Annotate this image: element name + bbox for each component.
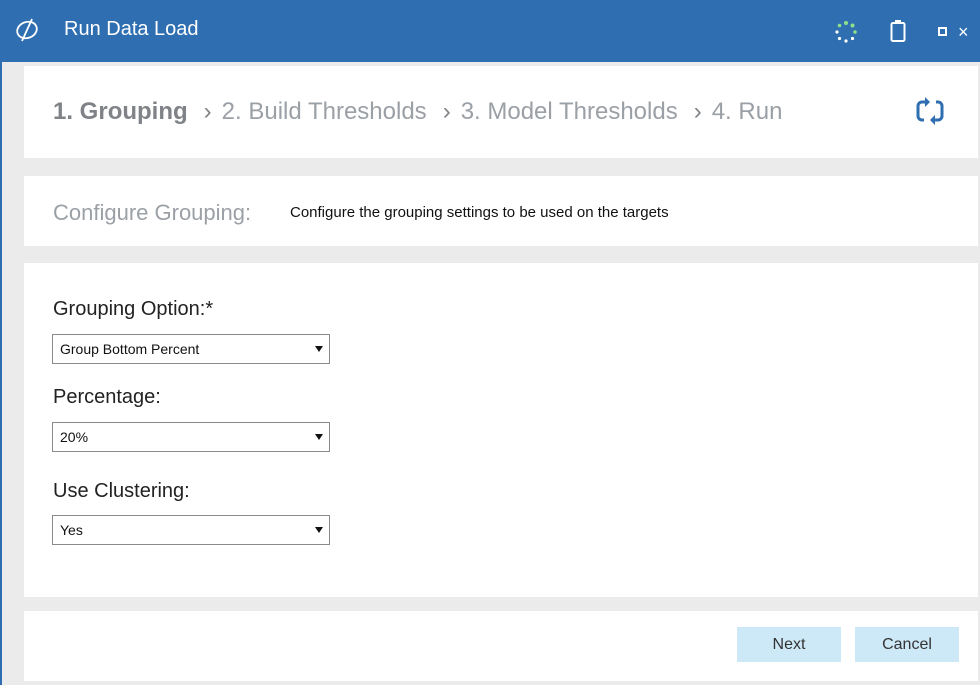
use-clustering-label: Use Clustering: xyxy=(53,480,190,502)
percentage-select[interactable]: 20% xyxy=(52,422,330,452)
dropdown-arrow-icon xyxy=(315,527,323,533)
step-grouping[interactable]: 1. Grouping xyxy=(53,98,188,125)
app-logo-icon xyxy=(16,18,38,42)
step-model-thresholds[interactable]: 3. Model Thresholds xyxy=(461,98,678,125)
dropdown-arrow-icon xyxy=(315,434,323,440)
window-title: Run Data Load xyxy=(64,18,199,40)
chevron-right-icon: › xyxy=(203,98,212,125)
maximize-icon[interactable] xyxy=(938,27,947,36)
use-clustering-select[interactable]: Yes xyxy=(52,515,330,545)
use-clustering-value: Yes xyxy=(60,522,83,538)
chevron-right-icon: › xyxy=(442,98,451,125)
step-build-thresholds[interactable]: 2. Build Thresholds xyxy=(222,98,427,125)
step-run[interactable]: 4. Run xyxy=(712,98,783,125)
dropdown-arrow-icon xyxy=(315,346,323,352)
refresh-icon[interactable] xyxy=(914,95,946,127)
title-bar: Run Data Load × xyxy=(0,0,980,62)
percentage-value: 20% xyxy=(60,429,89,445)
percentage-label: Percentage: xyxy=(53,386,161,408)
configure-description: Configure the grouping settings to be us… xyxy=(290,204,669,221)
grouping-option-label: Grouping Option:* xyxy=(53,298,214,320)
clipboard-icon[interactable] xyxy=(890,19,906,43)
chevron-right-icon: › xyxy=(693,98,702,125)
next-button[interactable]: Next xyxy=(737,627,841,662)
cancel-button[interactable]: Cancel xyxy=(855,627,959,662)
configure-label: Configure Grouping: xyxy=(53,200,252,225)
spinner-icon xyxy=(835,21,857,43)
wizard-steps: 1. Grouping › 2. Build Thresholds › 3. Model… xyxy=(53,98,782,126)
close-icon[interactable]: × xyxy=(958,20,969,44)
grouping-option-select[interactable]: Group Bottom Percent xyxy=(52,334,330,364)
grouping-option-value: Group Bottom Percent xyxy=(60,341,200,357)
